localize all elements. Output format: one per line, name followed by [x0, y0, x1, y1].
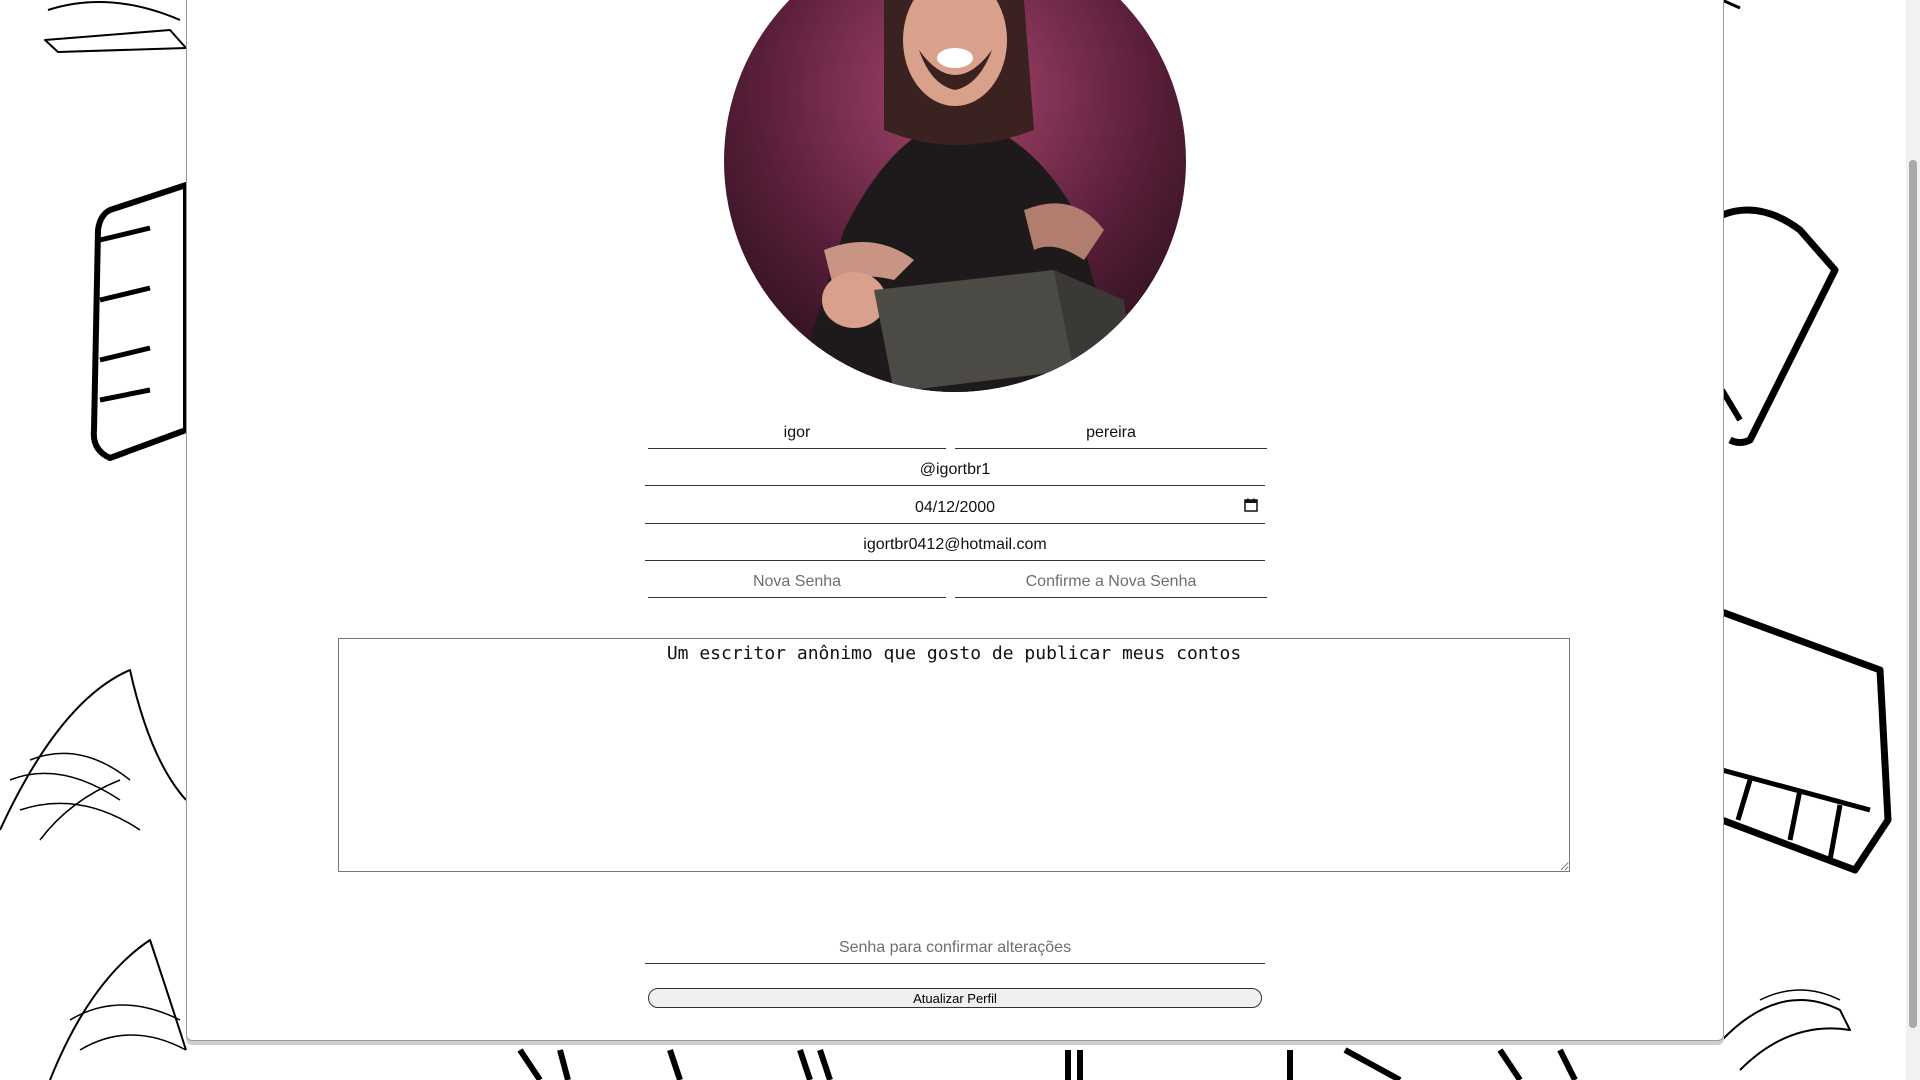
scrollbar-thumb[interactable] [1909, 160, 1917, 1028]
email-field[interactable] [645, 532, 1265, 561]
first-name-field[interactable] [648, 420, 946, 449]
last-name-field[interactable] [955, 420, 1267, 449]
calendar-icon[interactable] [1244, 498, 1258, 512]
confirm-new-password-field[interactable] [955, 569, 1267, 598]
update-profile-button[interactable]: Atualizar Perfil [648, 988, 1262, 1008]
new-password-field[interactable] [648, 569, 946, 598]
page-scrollbar[interactable] [1906, 0, 1920, 1080]
confirm-changes-password-field[interactable] [645, 935, 1265, 964]
username-field[interactable] [645, 457, 1265, 486]
bio-textarea[interactable]: Um escritor anônimo que gosto de publica… [338, 638, 1570, 872]
birth-date-field[interactable] [645, 495, 1265, 524]
